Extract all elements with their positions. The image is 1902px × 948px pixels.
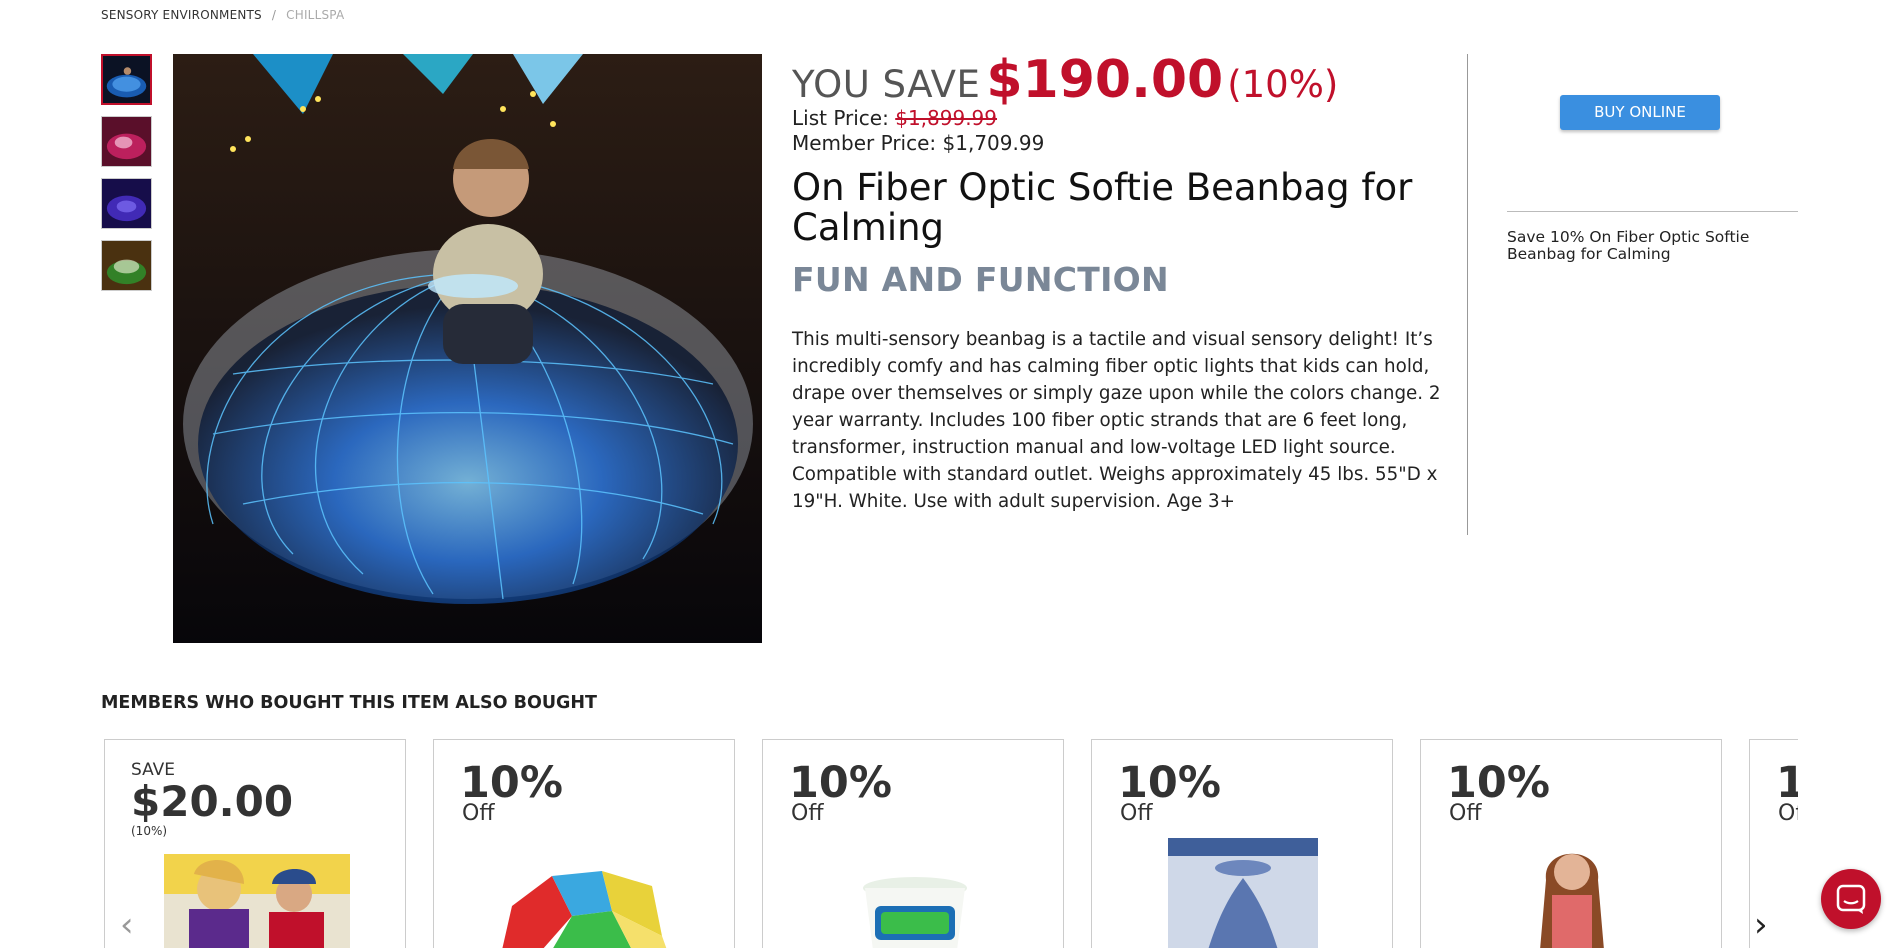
sidebar-save-note: Save 10% On Fiber Optic Softie Beanbag f… — [1507, 228, 1750, 263]
card-product-image — [1524, 840, 1620, 948]
product-card[interactable]: 10% Off — [1091, 739, 1393, 948]
card-off-label: Off — [462, 801, 495, 826]
you-save-amount: $190.00 — [986, 50, 1224, 110]
you-save-percent: (10%) — [1227, 63, 1339, 106]
member-price: Member Price: $1,709.99 — [792, 131, 1045, 155]
breadcrumb: SENSORY ENVIRONMENTS / CHILLSPA — [101, 8, 344, 22]
chevron-left-icon: ‹ — [120, 905, 134, 945]
card-product-image — [164, 854, 350, 948]
card-save-percent: (10%) — [131, 824, 168, 838]
carousel-prev-button[interactable]: ‹ — [120, 908, 134, 942]
thumbnail-1[interactable] — [101, 54, 152, 105]
card-off-label: Off — [1778, 801, 1798, 826]
card-save-amount: $20.00 — [131, 777, 294, 826]
buy-online-button[interactable]: BUY ONLINE — [1560, 95, 1720, 130]
product-description: This multi-sensory beanbag is a tactile … — [792, 329, 1441, 512]
product-main-image — [173, 54, 762, 643]
product-card[interactable]: 10% Off — [762, 739, 1064, 948]
also-bought-heading: MEMBERS WHO BOUGHT THIS ITEM ALSO BOUGHT — [101, 693, 597, 713]
breadcrumb-separator: / — [271, 8, 277, 22]
thumbnail-4-image — [102, 241, 151, 290]
list-price-value: $1,899.99 — [895, 106, 998, 130]
product-card[interactable]: SAVE $20.00 (10%) — [104, 739, 406, 948]
product-card[interactable]: 10% Off — [1420, 739, 1722, 948]
card-off-label: Off — [1120, 801, 1153, 826]
you-save-label: YOU SAVE — [792, 63, 981, 106]
chat-button[interactable] — [1821, 869, 1881, 929]
product-title: On Fiber Optic Softie Beanbag for Calmin… — [792, 166, 1413, 249]
list-price: List Price: $1,899.99 — [792, 106, 997, 130]
thumbnail-3-image — [102, 179, 151, 228]
thumbnail-2-image — [102, 117, 151, 166]
card-off-label: Off — [1449, 801, 1482, 826]
breadcrumb-item-chillspa: CHILLSPA — [286, 8, 345, 22]
product-subtitle: FUN AND FUNCTION — [792, 260, 1169, 299]
thumbnail-2[interactable] — [101, 116, 152, 167]
card-product-image — [492, 866, 676, 948]
you-save-block: YOU SAVE $190.00 (10%) — [792, 50, 1338, 110]
breadcrumb-item-sensory-environments[interactable]: SENSORY ENVIRONMENTS — [101, 8, 262, 22]
thumbnail-1-image — [103, 56, 150, 103]
chat-icon — [1836, 884, 1866, 914]
list-price-label: List Price: — [792, 106, 889, 130]
also-bought-carousel: SAVE $20.00 (10%) 10% Off 10% Off 10% Of… — [101, 739, 1798, 948]
chevron-right-icon: › — [1754, 905, 1768, 945]
thumbnail-4[interactable] — [101, 240, 152, 291]
product-card[interactable]: 10% Off — [433, 739, 735, 948]
card-product-image — [1168, 838, 1318, 948]
card-off-label: Off — [791, 801, 824, 826]
sidebar-divider — [1507, 211, 1798, 212]
vertical-divider — [1467, 54, 1468, 535]
card-product-image — [861, 876, 969, 948]
thumbnail-3[interactable] — [101, 178, 152, 229]
carousel-next-button[interactable]: › — [1754, 908, 1768, 942]
